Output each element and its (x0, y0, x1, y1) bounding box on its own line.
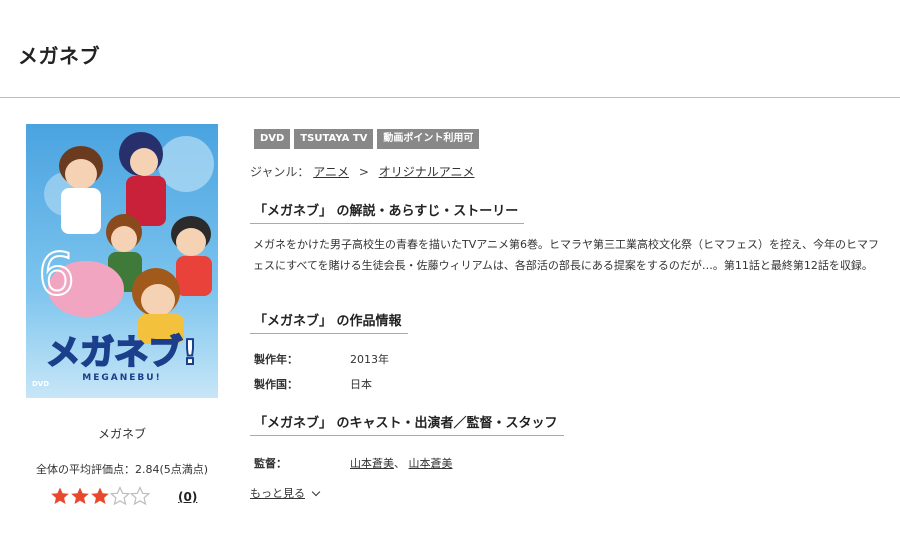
director-separator: 、 (394, 457, 405, 470)
info-heading: 「メガネブ」 の作品情報 (250, 310, 408, 334)
director-list: 山本蒼美、 山本蒼美 (350, 455, 453, 471)
jacket-logo: メガネブ! (46, 333, 198, 373)
info-value-country: 日本 (350, 378, 372, 391)
star-empty-icon (130, 486, 150, 506)
story-heading: 「メガネブ」 の解説・あらすじ・ストーリー (250, 200, 525, 224)
genre-breadcrumb: ジャンル： アニメ > オリジナルアニメ (250, 163, 474, 180)
rating-stars (50, 486, 150, 506)
tag-badge: 動画ポイント利用可 (377, 129, 480, 149)
star-filled-icon (51, 487, 69, 504)
more-link-label: もっと見る (250, 487, 305, 500)
genre-link-anime[interactable]: アニメ (313, 165, 349, 179)
volume-number-graphic: 6 (38, 240, 75, 308)
tag-badge: TSUTAYA TV (294, 129, 374, 149)
star-filled-icon (71, 487, 89, 504)
more-link[interactable]: もっと見る (250, 485, 321, 501)
cast-heading: 「メガネブ」 のキャスト・出演者／監督・スタッフ (250, 412, 564, 436)
director-link[interactable]: 山本蒼美 (409, 457, 453, 470)
average-rating-text: 全体の平均評価点：2.84(5点満点) (35, 463, 209, 476)
tag-list: DVD TSUTAYA TV 動画ポイント利用可 (254, 129, 480, 149)
director-link[interactable]: 山本蒼美 (350, 457, 394, 470)
jacket-image[interactable]: 6 メガネブ! MEGANEBU! DVD (26, 124, 218, 398)
chevron-down-icon (311, 487, 321, 497)
info-value-year: 2013年 (350, 353, 389, 366)
jacket-logo-sub: MEGANEBU! (82, 373, 161, 383)
jacket-dvd-label: DVD (32, 380, 49, 388)
star-filled-icon (91, 487, 109, 504)
info-label-country: 製作国： (254, 378, 298, 391)
genre-label: ジャンル： (250, 165, 310, 179)
director-label: 監督： (254, 457, 287, 470)
tag-badge: DVD (254, 129, 291, 149)
story-text: メガネをかけた男子高校生の青春を描いたTVアニメ第6巻。ヒマラヤ第三工業高校文化… (253, 238, 880, 272)
product-title: メガネブ (97, 427, 146, 441)
jacket-artwork: 6 メガネブ! MEGANEBU! DVD (26, 124, 218, 398)
info-label-year: 製作年： (254, 353, 298, 366)
genre-link-original-anime[interactable]: オリジナルアニメ (379, 165, 475, 179)
star-empty-icon (110, 486, 130, 506)
review-count-link[interactable]: (0) (178, 490, 197, 504)
page-header: メガネブ (0, 0, 900, 98)
breadcrumb-separator: > (358, 165, 369, 179)
page-title: メガネブ (18, 44, 100, 68)
